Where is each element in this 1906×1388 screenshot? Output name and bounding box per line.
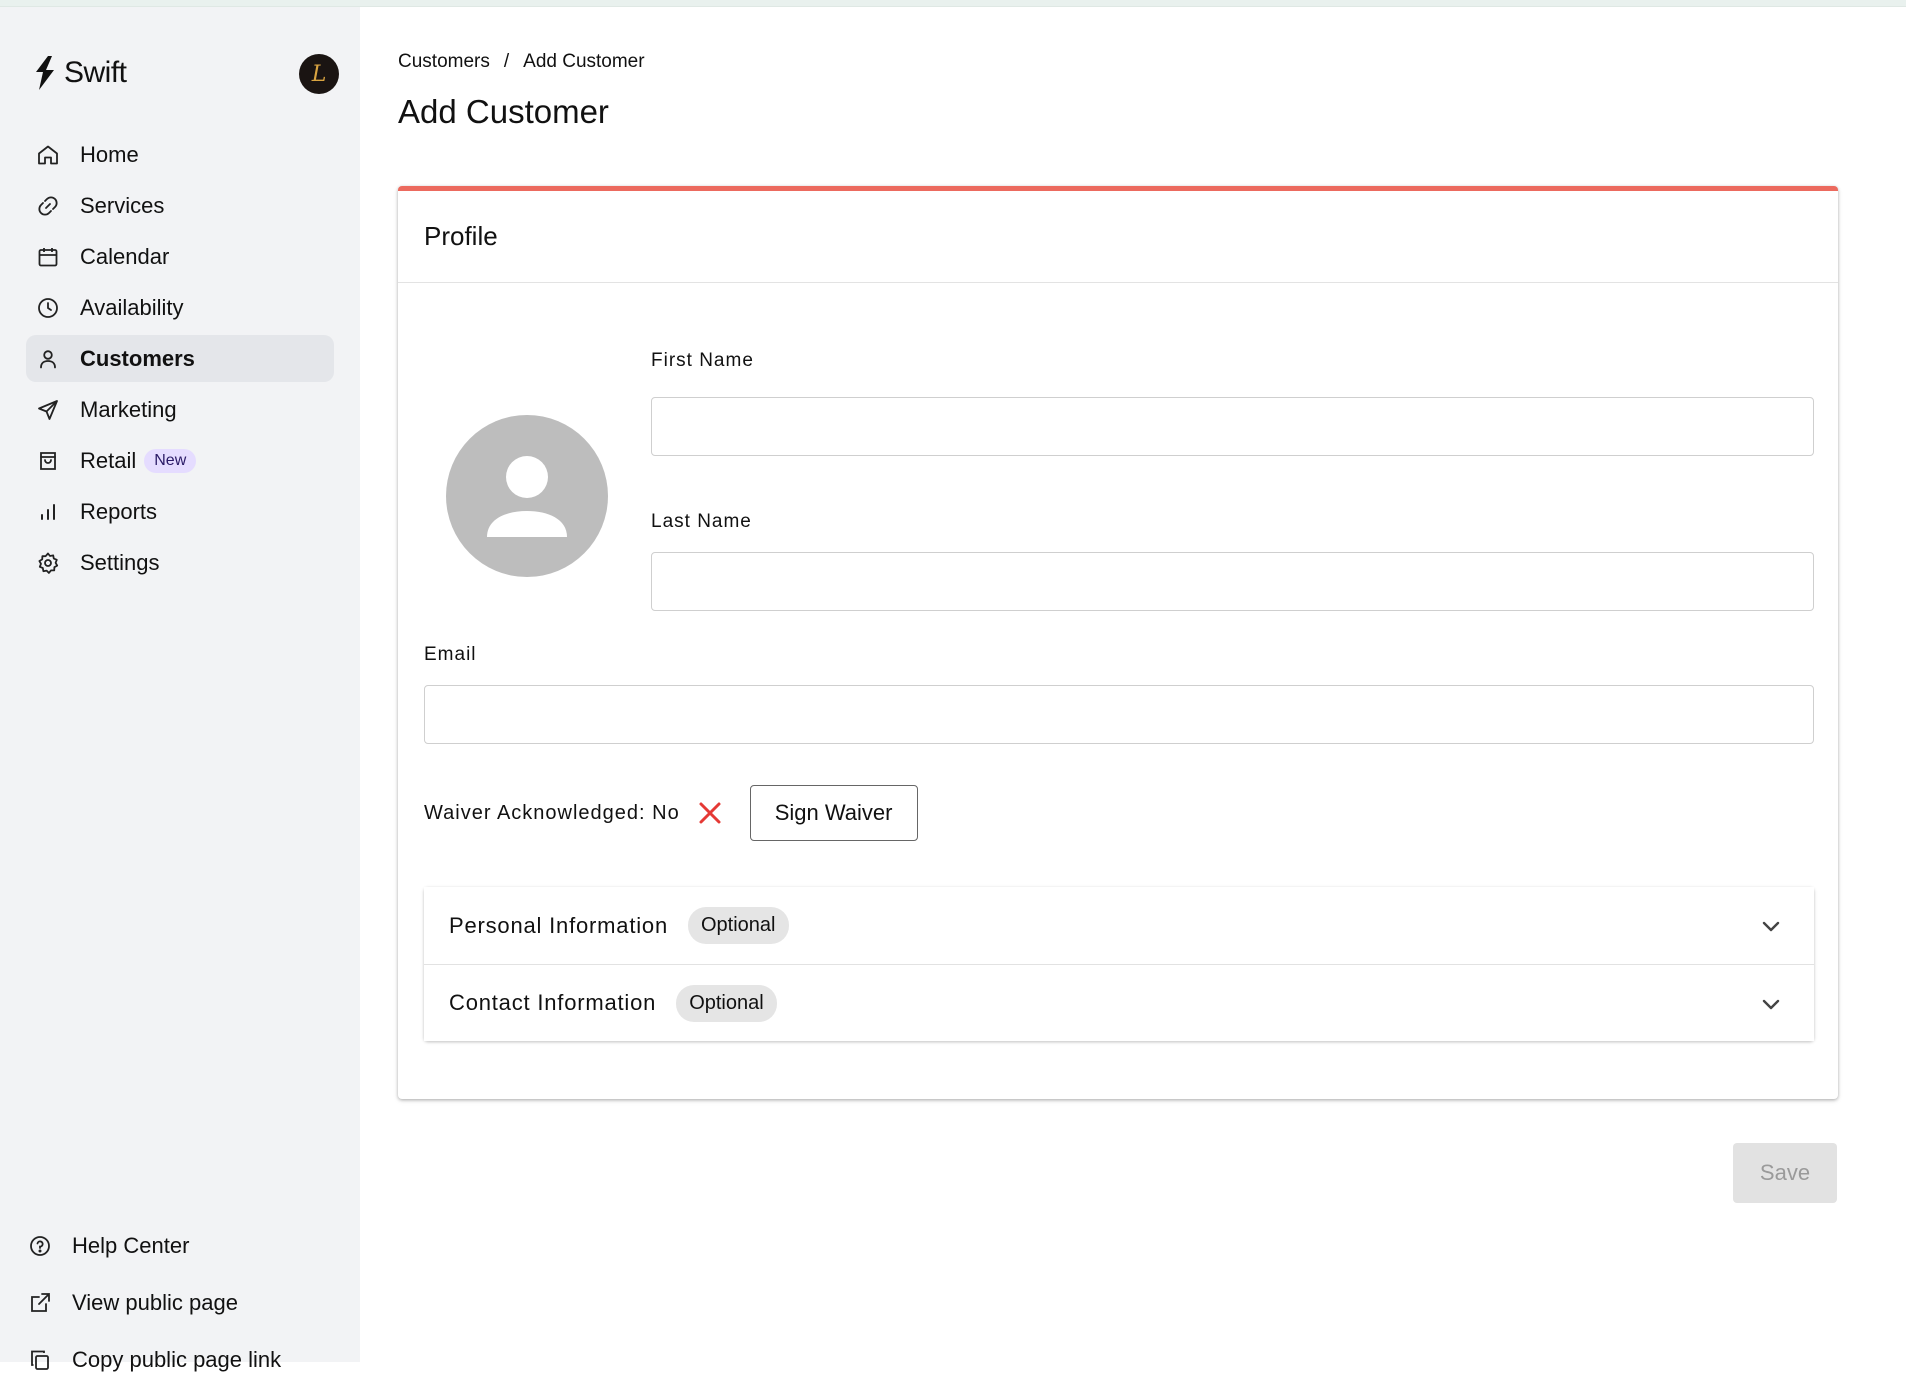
bar-chart-icon	[34, 498, 62, 526]
swift-bolt-icon	[36, 56, 54, 90]
chevron-down-icon[interactable]	[1758, 913, 1784, 939]
personal-information-title: Personal Information	[449, 912, 668, 938]
help-center-label: Help Center	[72, 1232, 190, 1258]
gear-icon	[34, 549, 62, 577]
help-center-link[interactable]: Help Center	[26, 1217, 334, 1274]
clock-icon	[34, 294, 62, 322]
sidebar-item-label: Reports	[80, 498, 158, 524]
sidebar-item-label: Marketing	[80, 396, 177, 422]
last-name-input[interactable]	[651, 552, 1814, 611]
sidebar-item-reports[interactable]: Reports	[26, 488, 334, 535]
sidebar-item-settings[interactable]: Settings	[26, 539, 334, 586]
sidebar-item-availability[interactable]: Availability	[26, 284, 334, 331]
page-title: Add Customer	[398, 93, 609, 130]
waiver-row: Waiver Acknowledged: No Sign Waiver	[424, 785, 918, 841]
person-icon	[487, 456, 567, 537]
first-name-input[interactable]	[651, 397, 1814, 456]
sidebar-item-retail[interactable]: Retail New	[26, 437, 334, 484]
view-public-page-link[interactable]: View public page	[26, 1274, 334, 1331]
sign-waiver-button[interactable]: Sign Waiver	[749, 785, 918, 841]
view-public-page-label: View public page	[72, 1289, 238, 1315]
copy-icon	[26, 1346, 54, 1374]
link-icon	[34, 192, 62, 220]
breadcrumb-customers-link[interactable]: Customers	[398, 51, 490, 73]
sidebar-item-label: Availability	[80, 294, 184, 320]
sidebar-item-marketing[interactable]: Marketing	[26, 386, 334, 433]
sidebar-item-label: Services	[80, 192, 165, 218]
breadcrumb-current: Add Customer	[523, 51, 645, 72]
save-button[interactable]: Save	[1733, 1143, 1837, 1203]
profile-card-header: Profile	[398, 191, 1838, 283]
sidebar-item-label: Settings	[80, 549, 160, 575]
email-input[interactable]	[424, 685, 1814, 744]
sidebar-item-services[interactable]: Services	[26, 182, 334, 229]
send-icon	[34, 396, 62, 424]
sidebar-item-home[interactable]: Home	[26, 131, 334, 178]
profile-card-title: Profile	[424, 221, 498, 251]
contact-information-title: Contact Information	[449, 990, 657, 1015]
copy-public-page-label: Copy public page link	[72, 1346, 282, 1372]
external-link-icon	[26, 1289, 54, 1317]
sidebar-item-label: Customers	[80, 345, 195, 371]
breadcrumb: Customers / Add Customer	[398, 51, 645, 73]
close-icon	[696, 799, 724, 827]
optional-chip: Optional	[688, 907, 789, 944]
sidebar-bottom-links: Help Center View public page Copy public…	[26, 1217, 334, 1388]
breadcrumb-separator: /	[503, 51, 510, 72]
profile-card: Profile First Name Last Name Email Waive…	[398, 186, 1838, 1099]
new-badge: New	[144, 448, 197, 473]
customer-avatar-placeholder[interactable]	[446, 415, 608, 577]
brand-logo[interactable]: Swift	[32, 53, 127, 93]
sidebar: Swift L Home Services Calendar Availabil…	[0, 7, 360, 1372]
sidebar-item-label: Calendar	[80, 243, 170, 269]
sidebar-item-calendar[interactable]: Calendar	[26, 233, 334, 280]
brand-name: Swift	[64, 56, 127, 89]
copy-public-page-link[interactable]: Copy public page link	[26, 1331, 334, 1388]
email-label: Email	[424, 644, 477, 665]
main-nav: Home Services Calendar Availability Cust…	[26, 131, 334, 590]
personal-information-section[interactable]: Personal Information Optional	[424, 887, 1814, 964]
first-name-label: First Name	[651, 350, 754, 371]
account-avatar[interactable]: L	[299, 54, 339, 94]
sidebar-item-label: Retail	[80, 447, 137, 473]
last-name-label: Last Name	[651, 511, 752, 532]
home-icon	[34, 141, 62, 169]
optional-chip: Optional	[676, 984, 777, 1022]
profile-accordion: Personal Information Optional Contact In…	[424, 887, 1814, 1041]
sidebar-item-label: Home	[80, 141, 139, 167]
help-circle-icon	[26, 1232, 54, 1260]
bag-icon	[34, 447, 62, 475]
sidebar-item-customers[interactable]: Customers	[26, 335, 334, 382]
chevron-down-icon[interactable]	[1758, 991, 1784, 1017]
contact-information-section[interactable]: Contact Information Optional	[424, 964, 1814, 1041]
user-icon	[34, 345, 62, 373]
account-initial: L	[311, 61, 327, 87]
waiver-status-text: Waiver Acknowledged: No	[424, 801, 680, 824]
calendar-icon	[34, 243, 62, 271]
top-border	[0, 0, 1906, 7]
